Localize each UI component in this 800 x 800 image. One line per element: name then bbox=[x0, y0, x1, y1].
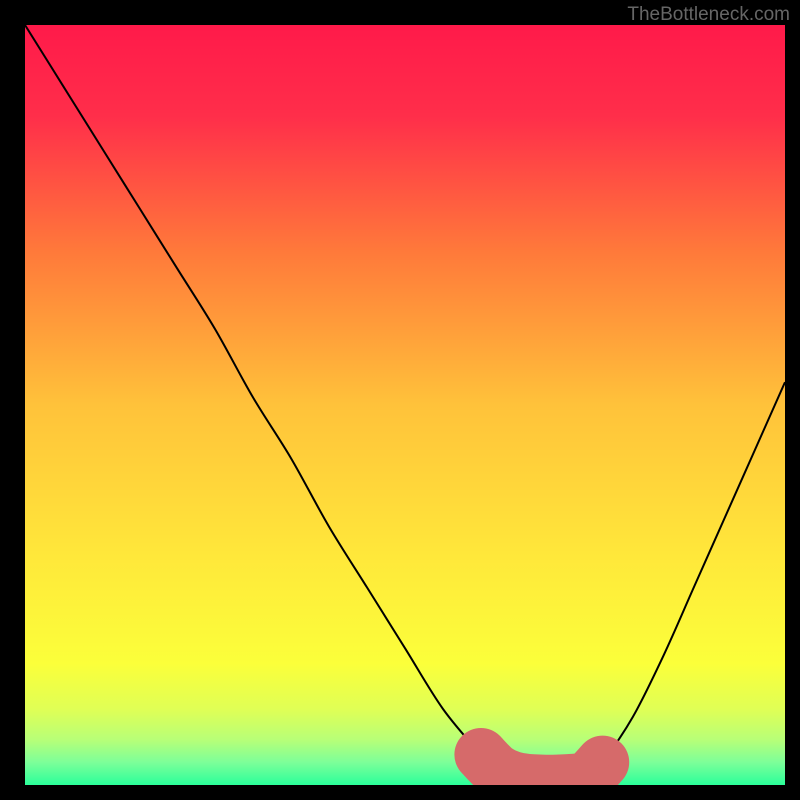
optimal-zone-start-dot bbox=[474, 748, 488, 762]
watermark-text: TheBottleneck.com bbox=[627, 4, 790, 26]
bottleneck-curve bbox=[25, 25, 785, 781]
optimal-zone-highlight bbox=[481, 755, 603, 782]
chart-svg bbox=[25, 25, 785, 785]
plot-area bbox=[25, 25, 785, 785]
optimal-zone-end-dot bbox=[596, 755, 610, 769]
